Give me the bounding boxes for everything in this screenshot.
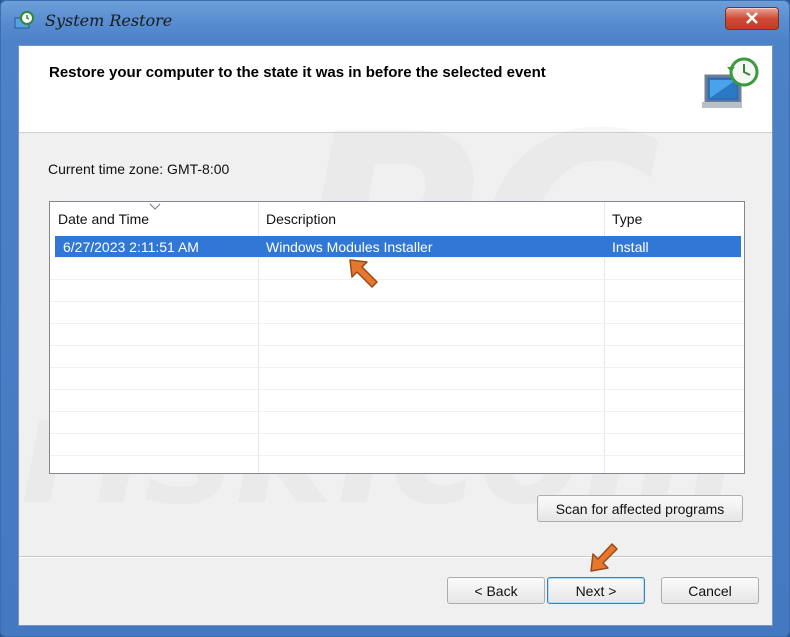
row-date: 6/27/2023 2:11:51 AM xyxy=(63,239,199,255)
separator xyxy=(19,556,772,558)
row-description: Windows Modules Installer xyxy=(266,239,433,255)
empty-row xyxy=(50,412,744,434)
back-button[interactable]: < Back xyxy=(447,577,545,604)
empty-row xyxy=(50,324,744,346)
empty-row xyxy=(50,368,744,390)
empty-row xyxy=(50,434,744,456)
empty-row xyxy=(50,346,744,368)
column-header-bar: Date and Time Description Type xyxy=(50,202,744,232)
window-title: System Restore xyxy=(45,11,173,30)
close-button[interactable] xyxy=(725,7,779,30)
table-row[interactable]: 6/27/2023 2:11:51 AM Windows Modules Ins… xyxy=(55,236,741,258)
sort-descending-icon xyxy=(149,203,161,210)
restore-points-list[interactable]: Date and Time Description Type 6/27/2023… xyxy=(49,201,745,474)
empty-row xyxy=(50,302,744,324)
close-icon xyxy=(746,12,758,24)
system-restore-icon xyxy=(14,11,34,29)
next-button[interactable]: Next > xyxy=(547,577,645,604)
column-header-type[interactable]: Type xyxy=(604,202,744,232)
empty-row xyxy=(50,390,744,412)
annotation-arrow-icon xyxy=(590,543,618,572)
empty-row xyxy=(50,258,744,280)
annotation-arrow-icon xyxy=(349,259,378,288)
system-restore-window: System Restore Restore your computer to … xyxy=(0,0,790,637)
dialog-header: Restore your computer to the state it wa… xyxy=(19,46,772,133)
title-bar[interactable]: System Restore xyxy=(1,1,789,35)
row-type: Install xyxy=(612,239,649,255)
dialog-client-area: Restore your computer to the state it wa… xyxy=(18,45,773,626)
scan-affected-programs-button[interactable]: Scan for affected programs xyxy=(537,495,743,522)
header-title: Restore your computer to the state it wa… xyxy=(49,64,546,81)
column-header-description[interactable]: Description xyxy=(258,202,604,232)
timezone-label: Current time zone: GMT-8:00 xyxy=(48,161,230,177)
cancel-button[interactable]: Cancel xyxy=(661,577,759,604)
restore-computer-icon xyxy=(702,57,759,108)
empty-row xyxy=(50,280,744,302)
